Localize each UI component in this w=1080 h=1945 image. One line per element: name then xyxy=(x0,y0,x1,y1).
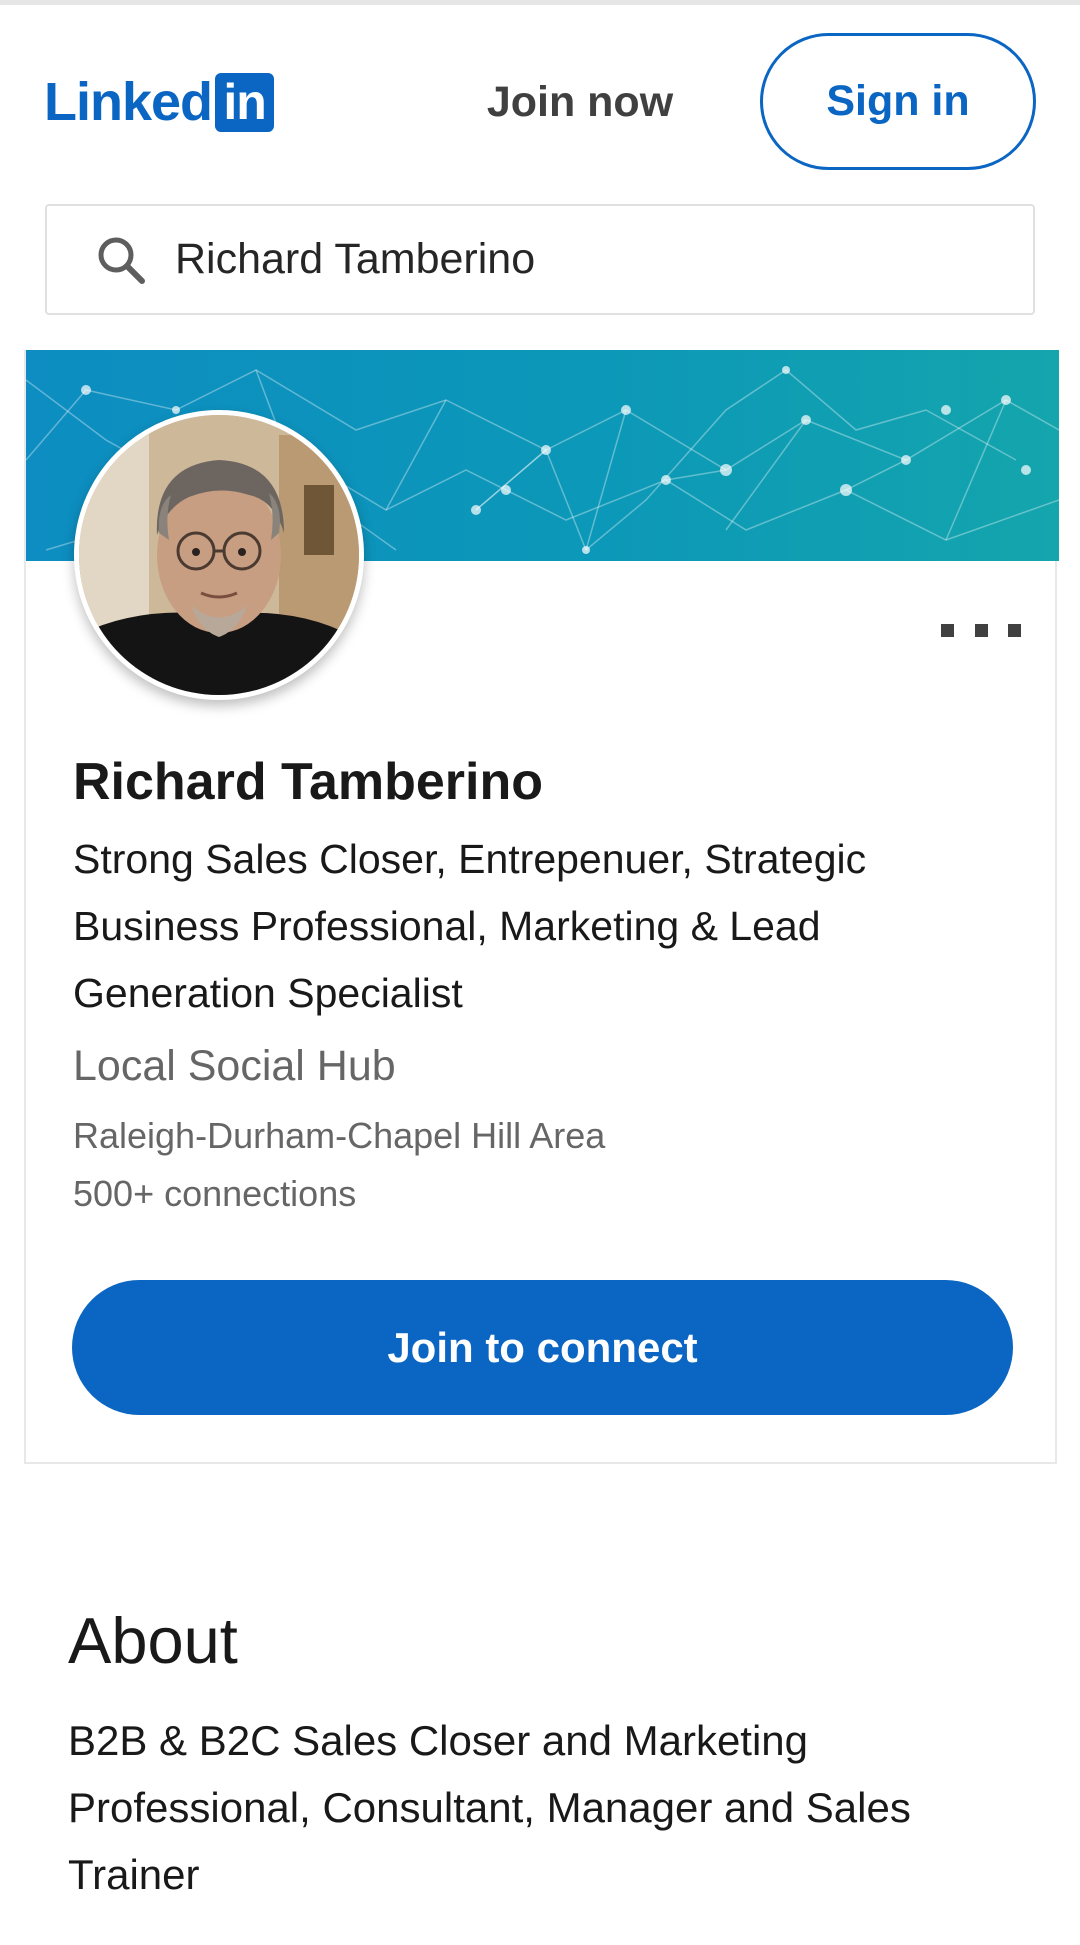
search-value: Richard Tamberino xyxy=(175,235,536,283)
about-text: B2B & B2C Sales Closer and Marketing Pro… xyxy=(68,1717,911,1898)
join-to-connect-button[interactable]: Join to connect xyxy=(72,1280,1013,1415)
more-dot xyxy=(941,623,954,637)
more-dot xyxy=(974,623,988,637)
profile-name: Richard Tamberino xyxy=(73,753,544,811)
more-options-icon[interactable] xyxy=(941,600,1021,660)
profile-card: Richard Tamberino Strong Sales Closer, E… xyxy=(24,350,1059,1464)
profile-headline: Strong Sales Closer, Entrepenuer, Strate… xyxy=(73,836,867,1016)
join-now-link[interactable]: Join now xyxy=(470,70,690,134)
about-heading: About xyxy=(68,1604,238,1677)
search-input[interactable]: Richard Tamberino xyxy=(45,204,1035,315)
logo-wordmark: Linked xyxy=(44,72,213,132)
linkedin-logo[interactable]: Linked in xyxy=(44,72,275,132)
search-icon xyxy=(93,232,149,288)
profile-avatar[interactable] xyxy=(74,410,364,700)
profile-connections: 500+ connections xyxy=(73,1173,357,1214)
logo-in-box: in xyxy=(215,72,275,132)
sign-in-button[interactable]: Sign in xyxy=(760,33,1036,170)
more-dot xyxy=(1008,623,1021,637)
top-strip xyxy=(0,0,1080,5)
profile-location: Raleigh-Durham-Chapel Hill Area xyxy=(73,1115,606,1156)
profile-company[interactable]: Local Social Hub xyxy=(73,1036,396,1096)
profile-page: Linked in Join now Sign in Richard Tambe… xyxy=(0,0,1080,1945)
